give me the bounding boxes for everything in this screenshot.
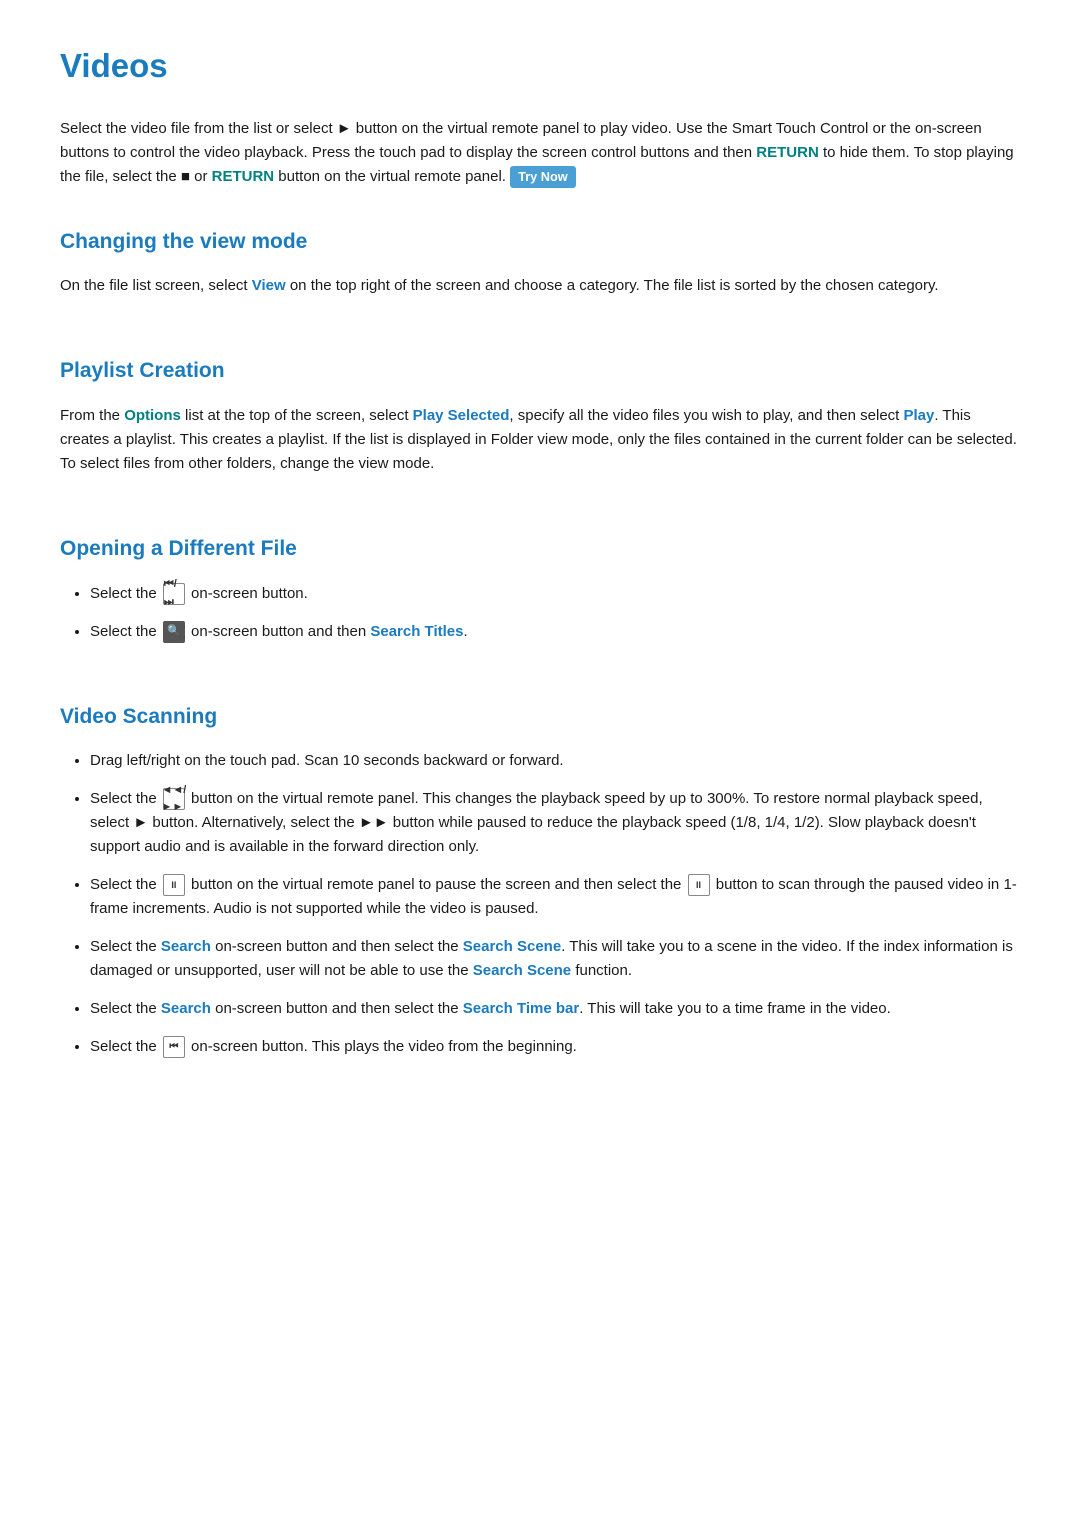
section-playlist-creation: Playlist Creation From the Options list … bbox=[60, 334, 1020, 476]
section-title-changing-view-mode: Changing the view mode bbox=[60, 225, 1020, 259]
view-link[interactable]: View bbox=[252, 277, 286, 294]
skip-icon: ⏮/⏭ bbox=[163, 583, 185, 605]
rewind-icon: ⏮ bbox=[163, 1036, 185, 1058]
search-scene-text-end: function. bbox=[571, 962, 632, 979]
pause-text-before: Select the bbox=[90, 876, 161, 893]
return-link-2[interactable]: RETURN bbox=[212, 168, 275, 185]
options-link[interactable]: Options bbox=[124, 407, 181, 424]
rw-ff-text-before: Select the bbox=[90, 790, 161, 807]
search-titles-link[interactable]: Search Titles bbox=[370, 623, 463, 640]
list-item-search-icon: Select the 🔍 on-screen button and then S… bbox=[90, 620, 1020, 644]
list-item-rw-ff: Select the ◄◄/►► button on the virtual r… bbox=[90, 787, 1020, 859]
search-icon-text-middle: on-screen button and then bbox=[187, 623, 370, 640]
search-scene-link-2[interactable]: Search Scene bbox=[473, 962, 571, 979]
video-scanning-list: Drag left/right on the touch pad. Scan 1… bbox=[90, 749, 1020, 1059]
list-item-pause: Select the II button on the virtual remo… bbox=[90, 873, 1020, 921]
changing-view-mode-content: On the file list screen, select View on … bbox=[60, 274, 1020, 298]
list-item-search-timebar: Select the Search on-screen button and t… bbox=[90, 997, 1020, 1021]
play-link[interactable]: Play bbox=[904, 407, 935, 424]
pause-icon-2: II bbox=[688, 874, 710, 896]
rw-ff-icon: ◄◄/►► bbox=[163, 788, 185, 810]
opening-file-list: Select the ⏮/⏭ on-screen button. Select … bbox=[90, 582, 1020, 644]
pause-icon-1: II bbox=[163, 874, 185, 896]
playlist-creation-content: From the Options list at the top of the … bbox=[60, 404, 1020, 476]
search-scene-text-before: Select the bbox=[90, 938, 161, 955]
pause-text-middle: button on the virtual remote panel to pa… bbox=[187, 876, 686, 893]
search-icon-text-before: Select the bbox=[90, 623, 161, 640]
rewind-text-before: Select the bbox=[90, 1038, 161, 1055]
search-timebar-text-after: . This will take you to a time frame in … bbox=[579, 1000, 891, 1017]
skip-text-before: Select the bbox=[90, 585, 161, 602]
section-changing-view-mode: Changing the view mode On the file list … bbox=[60, 205, 1020, 299]
search-scene-text-middle: on-screen button and then select the bbox=[211, 938, 463, 955]
search-timebar-link[interactable]: Search Time bar bbox=[463, 1000, 579, 1017]
changing-view-text-after: on the top right of the screen and choos… bbox=[286, 277, 939, 294]
search-icon-text-after: . bbox=[463, 623, 467, 640]
return-link-1[interactable]: RETURN bbox=[756, 144, 819, 161]
list-item-skip: Select the ⏮/⏭ on-screen button. bbox=[90, 582, 1020, 606]
search-timebar-search-link[interactable]: Search bbox=[161, 1000, 211, 1017]
section-opening-different-file: Opening a Different File Select the ⏮/⏭ … bbox=[60, 512, 1020, 644]
list-item-rewind: Select the ⏮ on-screen button. This play… bbox=[90, 1035, 1020, 1059]
skip-text-after: on-screen button. bbox=[187, 585, 308, 602]
search-button-icon: 🔍 bbox=[163, 621, 185, 643]
playlist-text-after-options: list at the top of the screen, select bbox=[181, 407, 413, 424]
section-title-playlist-creation: Playlist Creation bbox=[60, 354, 1020, 388]
changing-view-text-before: On the file list screen, select bbox=[60, 277, 252, 294]
intro-text-3: button on the virtual remote panel. bbox=[274, 168, 506, 185]
list-item-search-scene: Select the Search on-screen button and t… bbox=[90, 935, 1020, 983]
section-video-scanning: Video Scanning Drag left/right on the to… bbox=[60, 680, 1020, 1060]
search-scene-link[interactable]: Search Scene bbox=[463, 938, 561, 955]
search-timebar-text-before: Select the bbox=[90, 1000, 161, 1017]
playlist-text-before-options: From the bbox=[60, 407, 124, 424]
section-title-video-scanning: Video Scanning bbox=[60, 700, 1020, 734]
section-title-opening-different-file: Opening a Different File bbox=[60, 532, 1020, 566]
search-link-1[interactable]: Search bbox=[161, 938, 211, 955]
page-title: Videos bbox=[60, 40, 1020, 93]
try-now-button[interactable]: Try Now bbox=[510, 166, 576, 188]
rewind-text-after: on-screen button. This plays the video f… bbox=[187, 1038, 577, 1055]
playlist-text-after-play-selected: , specify all the video files you wish t… bbox=[509, 407, 903, 424]
drag-text: Drag left/right on the touch pad. Scan 1… bbox=[90, 752, 564, 769]
list-item-drag: Drag left/right on the touch pad. Scan 1… bbox=[90, 749, 1020, 773]
play-selected-link[interactable]: Play Selected bbox=[413, 407, 510, 424]
search-timebar-text-middle: on-screen button and then select the bbox=[211, 1000, 463, 1017]
intro-paragraph: Select the video file from the list or s… bbox=[60, 117, 1020, 189]
rw-ff-text-after: button on the virtual remote panel. This… bbox=[90, 790, 983, 855]
